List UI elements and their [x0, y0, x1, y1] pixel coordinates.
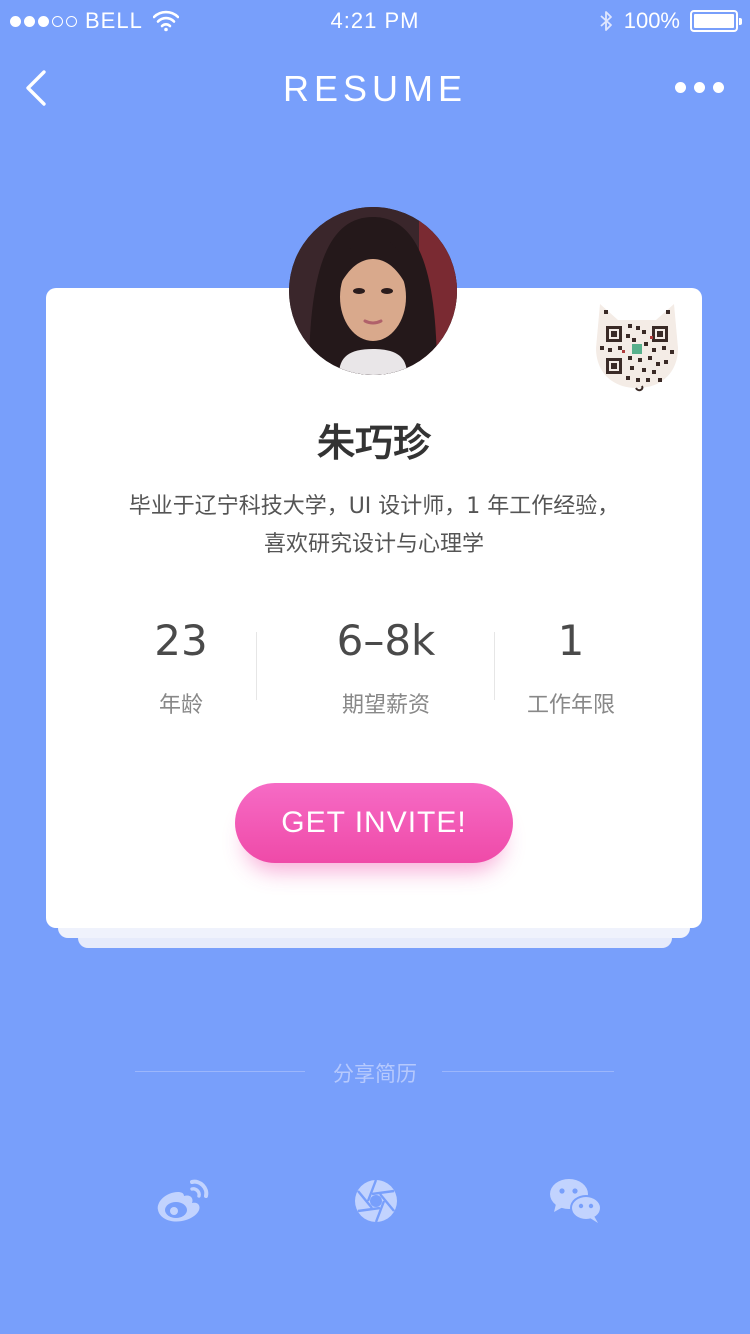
stat-divider [256, 632, 257, 700]
get-invite-button[interactable]: GET INVITE! [235, 783, 513, 863]
profile-bio: 毕业于辽宁科技大学，UI 设计师，1 年工作经验， 喜欢研究设计与心理学 [46, 488, 702, 564]
resume-screen: BELL 4:21 PM 100% RESUME 朱巧珍 毕业于辽宁科技大学，U… [0, 0, 750, 1334]
stat-salary: 6–8k 期望薪资 [300, 615, 472, 719]
stat-value: 23 [154, 616, 208, 665]
weibo-icon[interactable] [154, 1176, 210, 1226]
battery-icon [690, 10, 742, 32]
more-dots-icon[interactable] [675, 82, 724, 93]
more-dot [694, 82, 705, 93]
status-bar: BELL 4:21 PM 100% [0, 0, 750, 40]
stat-value: 6–8k [336, 616, 436, 665]
bio-line: 喜欢研究设计与心理学 [263, 532, 484, 557]
more-dot [675, 82, 686, 93]
avatar-photo [289, 207, 457, 375]
stat-experience: 1 工作年限 [510, 615, 632, 719]
bluetooth-icon [600, 11, 612, 31]
stat-age: 23 年龄 [120, 615, 242, 719]
share-divider-right [442, 1071, 614, 1072]
bio-line: 毕业于辽宁科技大学，UI 设计师，1 年工作经验， [128, 494, 620, 519]
stat-label: 工作年限 [526, 693, 615, 718]
battery-level [694, 14, 734, 28]
avatar [289, 207, 457, 375]
wechat-icon[interactable] [548, 1176, 604, 1226]
battery-percent: 100% [623, 8, 680, 33]
share-title: 分享简历 [333, 1062, 417, 1086]
camera-aperture-icon[interactable] [348, 1176, 404, 1226]
stat-label: 期望薪资 [341, 693, 430, 718]
nav-bar: RESUME [0, 50, 750, 126]
stat-divider [494, 632, 495, 700]
stat-value: 1 [557, 616, 585, 665]
more-dot [713, 82, 724, 93]
profile-name: 朱巧珍 [316, 421, 431, 465]
stat-label: 年龄 [158, 693, 203, 718]
qr-code[interactable] [592, 300, 682, 392]
status-right: 100% [598, 8, 742, 34]
page-title: RESUME [282, 68, 468, 109]
